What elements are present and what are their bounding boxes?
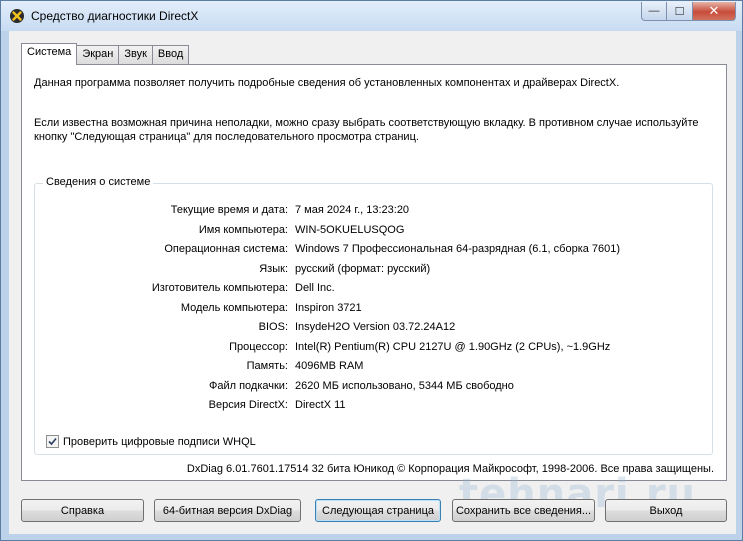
info-value: InsydeH2O Version 03.72.24A12: [295, 321, 456, 333]
info-value: 4096MB RAM: [295, 360, 364, 372]
info-row-os: Операционная система: Windows 7 Професси…: [35, 243, 714, 261]
info-label: BIOS:: [258, 321, 288, 333]
info-row-computer-name: Имя компьютера: WIN-5OKUELUSQOG: [35, 224, 714, 242]
exit-button[interactable]: Выход: [605, 499, 727, 522]
minimize-button[interactable]: —: [641, 2, 667, 21]
info-value: Inspiron 3721: [295, 301, 362, 314]
checkmark-icon: [48, 437, 57, 446]
system-tab-panel: Данная программа позволяет получить подр…: [21, 64, 727, 481]
info-label: Процессор:: [229, 340, 288, 353]
info-value: Intel(R) Pentium(R) CPU 2127U @ 1.90GHz …: [295, 340, 611, 353]
close-button[interactable]: ✕: [693, 2, 736, 21]
group-title: Сведения о системе: [43, 176, 154, 188]
info-label: Модель компьютера:: [180, 301, 288, 314]
maximize-button[interactable]: ☐: [667, 2, 693, 21]
system-info-group: Сведения о системе Текущие время и дата:…: [34, 176, 714, 455]
info-row-language: Язык: русский (формат: русский): [35, 263, 714, 281]
directx-x-icon: [10, 9, 24, 23]
info-label: Память:: [246, 360, 288, 372]
info-row-datetime: Текущие время и дата: 7 мая 2024 г., 13:…: [35, 204, 714, 222]
info-value: WIN-5OKUELUSQOG: [295, 223, 405, 236]
checkbox-box[interactable]: [46, 435, 59, 448]
tab-strip: Система Экран Звук Ввод: [21, 43, 190, 65]
tab-display[interactable]: Экран: [77, 45, 120, 64]
info-value: Windows 7 Профессиональная 64-разрядная …: [295, 243, 621, 255]
tab-input[interactable]: Ввод: [152, 45, 190, 64]
tab-system[interactable]: Система: [21, 43, 78, 65]
info-label: Текущие время и дата:: [170, 204, 288, 216]
x64-dxdiag-button[interactable]: 64-битная версия DxDiag: [154, 499, 301, 522]
whql-checkbox[interactable]: Проверить цифровые подписи WHQL: [46, 435, 256, 448]
help-button[interactable]: Справка: [21, 499, 144, 522]
info-value: Dell Inc.: [295, 282, 335, 294]
next-page-button[interactable]: Следующая страница: [315, 499, 441, 522]
dxdiag-window: Средство диагностики DirectX — ☐ ✕ Систе…: [0, 0, 743, 541]
tab-sound[interactable]: Звук: [119, 45, 153, 64]
caption-buttons: — ☐ ✕: [641, 2, 736, 21]
window-title: Средство диагностики DirectX: [31, 9, 199, 23]
intro-text: Данная программа позволяет получить подр…: [34, 77, 620, 89]
info-value: DirectX 11: [295, 399, 346, 411]
copyright-footer: DxDiag 6.01.7601.17514 32 бита Юникод © …: [186, 463, 714, 475]
info-value: русский (формат: русский): [295, 262, 431, 275]
info-row-memory: Память: 4096MB RAM: [35, 360, 714, 378]
info-label: Операционная система:: [164, 243, 288, 255]
info-row-directx-version: Версия DirectX: DirectX 11: [35, 399, 714, 417]
client-area: Система Экран Звук Ввод Данная программа…: [9, 31, 736, 534]
info-row-manufacturer: Изготовитель компьютера: Dell Inc.: [35, 282, 714, 300]
info-row-pagefile: Файл подкачки: 2620 МБ использовано, 534…: [35, 380, 714, 398]
title-bar[interactable]: Средство диагностики DirectX — ☐ ✕: [1, 1, 742, 31]
save-all-info-button[interactable]: Сохранить все сведения...: [452, 499, 595, 522]
info-row-processor: Процессор: Intel(R) Pentium(R) CPU 2127U…: [35, 341, 714, 359]
info-value: 2620 МБ использовано, 5344 МБ свободно: [295, 379, 514, 392]
info-row-model: Модель компьютера: Inspiron 3721: [35, 302, 714, 320]
whql-checkbox-label[interactable]: Проверить цифровые подписи WHQL: [63, 436, 256, 448]
info-row-bios: BIOS: InsydeH2O Version 03.72.24A12: [35, 321, 714, 339]
hint-text: Если известна возможная причина неполадк…: [34, 117, 699, 143]
info-label: Имя компьютера:: [198, 223, 288, 236]
info-label: Язык:: [259, 262, 288, 275]
info-value: 7 мая 2024 г., 13:23:20: [295, 204, 410, 216]
info-label: Файл подкачки:: [208, 379, 288, 392]
info-label: Версия DirectX:: [208, 399, 288, 411]
info-label: Изготовитель компьютера:: [151, 282, 288, 294]
